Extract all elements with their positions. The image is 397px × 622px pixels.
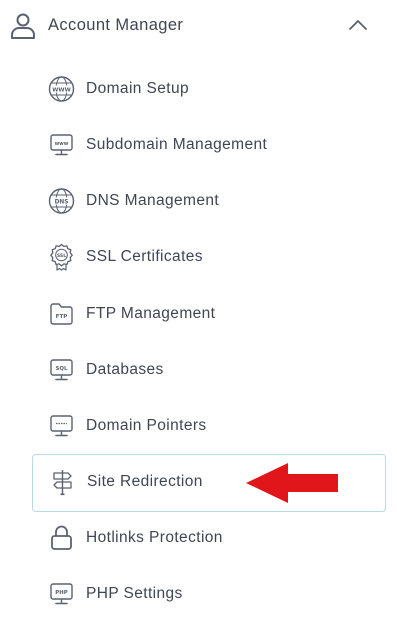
www-monitor-icon: www	[50, 134, 73, 156]
account-manager-header[interactable]: Account Manager	[0, 0, 397, 52]
ftp-folder-icon: FTP	[50, 303, 73, 325]
pointer-monitor-icon	[50, 415, 73, 437]
svg-text:SSL: SSL	[57, 253, 66, 259]
svg-text:FTP: FTP	[56, 314, 68, 320]
dns-globe-icon: DNS	[48, 188, 75, 214]
svg-text:WWW: WWW	[52, 87, 71, 93]
svg-text:www: www	[55, 141, 69, 147]
menu-item-label: Hotlinks Protection	[86, 529, 223, 546]
menu-item-label: Domain Setup	[86, 80, 190, 97]
svg-text:SQL: SQL	[56, 366, 68, 372]
www-globe-icon: WWW	[48, 76, 75, 102]
menu-item-domain-pointers[interactable]: Domain Pointers	[32, 399, 384, 454]
svg-text:PHP: PHP	[55, 590, 67, 596]
sql-monitor-icon: SQL	[50, 359, 73, 381]
signpost-icon	[53, 470, 72, 496]
chevron-up-icon[interactable]	[347, 18, 369, 32]
ssl-badge-icon: SSL	[50, 243, 73, 271]
menu-item-label: Domain Pointers	[86, 417, 207, 434]
php-monitor-icon: PHP	[50, 583, 73, 605]
menu-item-label: SSL Certificates	[86, 248, 203, 265]
menu-item-domain-setup[interactable]: WWW Domain Setup	[32, 62, 384, 117]
user-icon	[11, 13, 35, 39]
menu-item-subdomain-management[interactable]: www Subdomain Management	[32, 118, 384, 173]
menu-item-ssl-certificates[interactable]: SSL SSL Certificates	[32, 230, 384, 285]
menu-item-ftp-management[interactable]: FTP FTP Management	[32, 287, 384, 342]
menu-item-hotlinks-protection[interactable]: Hotlinks Protection	[32, 511, 384, 566]
menu-item-label: Site Redirection	[87, 473, 203, 490]
menu-item-label: PHP Settings	[86, 585, 183, 602]
lock-icon	[51, 525, 72, 550]
menu-item-dns-management[interactable]: DNS DNS Management	[32, 174, 384, 229]
menu-item-databases[interactable]: SQL Databases	[32, 343, 384, 398]
menu-item-label: Databases	[86, 361, 164, 378]
menu-item-label: DNS Management	[86, 192, 220, 209]
menu-item-label: Subdomain Management	[86, 136, 268, 153]
svg-text:DNS: DNS	[55, 199, 69, 205]
red-arrow-pointer-icon	[246, 463, 338, 503]
menu-item-label: FTP Management	[86, 305, 216, 322]
section-title: Account Manager	[48, 16, 184, 34]
